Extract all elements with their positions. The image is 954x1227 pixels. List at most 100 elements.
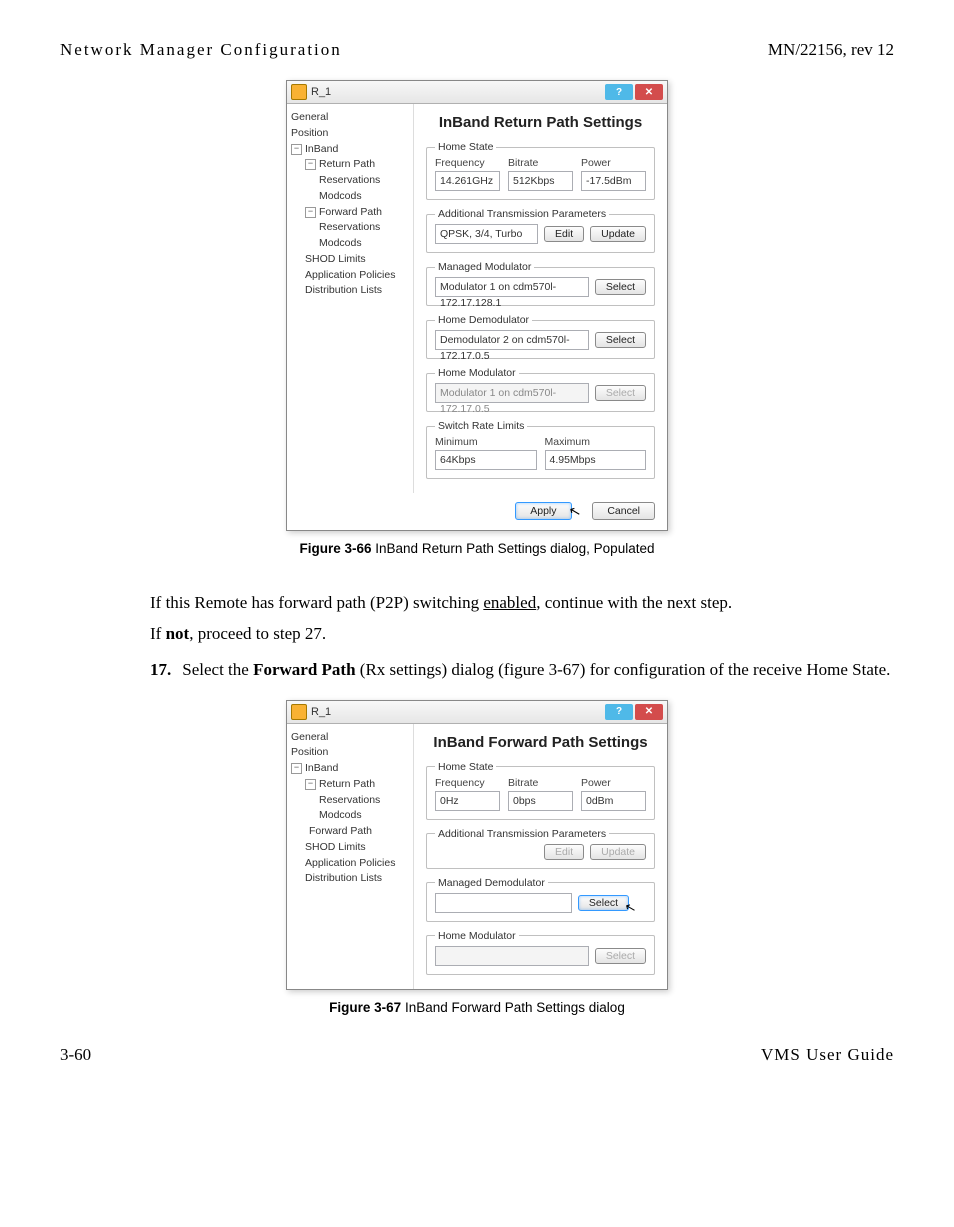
window-title: R_1 — [311, 706, 603, 718]
step-17: 17. Select the Forward Path (Rx settings… — [150, 658, 894, 682]
app-icon — [291, 84, 307, 100]
tree-modcods[interactable]: Modcods — [291, 189, 409, 205]
freq-label: Frequency — [435, 157, 500, 169]
select-button: Select — [595, 948, 646, 964]
app-icon — [291, 704, 307, 720]
switch-rate-group: Switch Rate Limits Minimum 64Kbps Maximu… — [426, 420, 655, 479]
close-icon[interactable]: ✕ — [635, 84, 663, 100]
close-icon[interactable]: ✕ — [635, 704, 663, 720]
nav-tree: General Position −InBand −Return Path Re… — [287, 104, 414, 493]
power-label: Power — [581, 777, 646, 789]
help-icon[interactable]: ? — [605, 704, 633, 720]
tree-reservations[interactable]: Reservations — [291, 793, 409, 809]
home-demod-legend: Home Demodulator — [435, 314, 532, 326]
home-mod-field — [435, 946, 589, 966]
expander-icon[interactable]: − — [291, 763, 302, 774]
tree-general[interactable]: General — [291, 110, 409, 126]
expander-icon[interactable]: − — [291, 144, 302, 155]
return-path-dialog: R_1 ? ✕ General Position −InBand −Return… — [286, 80, 668, 531]
tree-app-pol[interactable]: Application Policies — [291, 856, 409, 872]
select-button: Select — [595, 385, 646, 401]
expander-icon[interactable]: − — [305, 207, 316, 218]
figure-caption-67: Figure 3-67 InBand Forward Path Settings… — [60, 1000, 894, 1015]
tree-inband[interactable]: −InBand — [291, 761, 409, 777]
freq-field[interactable]: 0Hz — [435, 791, 500, 811]
footer-title: VMS User Guide — [761, 1045, 894, 1065]
max-field[interactable]: 4.95Mbps — [545, 450, 647, 470]
body-para-1: If this Remote has forward path (P2P) sw… — [150, 592, 894, 615]
edit-button: Edit — [544, 844, 584, 860]
expander-icon[interactable]: − — [305, 779, 316, 790]
page-header: Network Manager Configuration MN/22156, … — [60, 40, 894, 60]
managed-mod-field[interactable]: Modulator 1 on cdm570l-172.17.128.1 — [435, 277, 589, 297]
home-demod-field[interactable]: Demodulator 2 on cdm570l-172.17.0.5 — [435, 330, 589, 350]
step-number: 17. — [150, 658, 178, 682]
home-state-legend: Home State — [435, 141, 496, 153]
tree-reservations[interactable]: Reservations — [291, 173, 409, 189]
pane-title: InBand Forward Path Settings — [426, 734, 655, 751]
home-demod-group: Home Demodulator Demodulator 2 on cdm570… — [426, 314, 655, 359]
tree-forward-path[interactable]: Forward Path — [291, 824, 409, 840]
tree-reservations[interactable]: Reservations — [291, 220, 409, 236]
apply-button[interactable]: Apply — [515, 502, 571, 520]
help-icon[interactable]: ? — [605, 84, 633, 100]
cursor-icon: ↖ — [623, 899, 638, 917]
home-state-legend: Home State — [435, 761, 496, 773]
select-button[interactable]: Select — [595, 332, 646, 348]
min-label: Minimum — [435, 436, 537, 448]
home-state-group: Home State Frequency 14.261GHz Bitrate 5… — [426, 141, 655, 200]
tree-modcods[interactable]: Modcods — [291, 236, 409, 252]
tree-position[interactable]: Position — [291, 126, 409, 142]
atp-legend: Additional Transmission Parameters — [435, 208, 609, 220]
title-bar: R_1 ? ✕ — [287, 81, 667, 104]
page-footer: 3-60 VMS User Guide — [60, 1045, 894, 1065]
tree-general[interactable]: General — [291, 730, 409, 746]
managed-mod-legend: Managed Modulator — [435, 261, 534, 273]
managed-demod-field[interactable] — [435, 893, 572, 913]
min-field[interactable]: 64Kbps — [435, 450, 537, 470]
home-mod-field: Modulator 1 on cdm570l-172.17.0.5 — [435, 383, 589, 403]
figure-caption-66: Figure 3-66 InBand Return Path Settings … — [60, 541, 894, 556]
home-mod-group: Home Modulator Modulator 1 on cdm570l-17… — [426, 367, 655, 412]
body-para-2: If not, proceed to step 27. — [150, 623, 894, 646]
cancel-button[interactable]: Cancel — [592, 502, 655, 520]
tree-return-path[interactable]: −Return Path — [291, 777, 409, 793]
power-field[interactable]: 0dBm — [581, 791, 646, 811]
atp-field[interactable]: QPSK, 3/4, Turbo — [435, 224, 538, 244]
page-number: 3-60 — [60, 1045, 91, 1065]
tree-forward-path[interactable]: −Forward Path — [291, 205, 409, 221]
home-mod-group: Home Modulator Select — [426, 930, 655, 975]
bitrate-label: Bitrate — [508, 157, 573, 169]
tree-shod[interactable]: SHOD Limits — [291, 840, 409, 856]
tree-shod[interactable]: SHOD Limits — [291, 252, 409, 268]
select-button[interactable]: Select — [595, 279, 646, 295]
nav-tree: General Position −InBand −Return Path Re… — [287, 724, 414, 989]
tree-dist[interactable]: Distribution Lists — [291, 871, 409, 887]
home-mod-legend: Home Modulator — [435, 367, 519, 379]
power-label: Power — [581, 157, 646, 169]
update-button[interactable]: Update — [590, 226, 646, 242]
tree-dist[interactable]: Distribution Lists — [291, 283, 409, 299]
freq-field[interactable]: 14.261GHz — [435, 171, 500, 191]
tree-modcods[interactable]: Modcods — [291, 808, 409, 824]
edit-button[interactable]: Edit — [544, 226, 584, 242]
atp-group: Additional Transmission Parameters QPSK,… — [426, 208, 655, 253]
tree-position[interactable]: Position — [291, 745, 409, 761]
managed-demod-group: Managed Demodulator Select↖ — [426, 877, 655, 922]
dialog-buttons: Apply↖ Cancel — [287, 493, 667, 530]
tree-inband[interactable]: −InBand — [291, 142, 409, 158]
power-field[interactable]: -17.5dBm — [581, 171, 646, 191]
bitrate-field[interactable]: 0bps — [508, 791, 573, 811]
max-label: Maximum — [545, 436, 647, 448]
header-right: MN/22156, rev 12 — [768, 40, 894, 60]
content-pane: InBand Forward Path Settings Home State … — [414, 724, 667, 989]
managed-mod-group: Managed Modulator Modulator 1 on cdm570l… — [426, 261, 655, 306]
tree-app-pol[interactable]: Application Policies — [291, 268, 409, 284]
atp-group: Additional Transmission Parameters Edit … — [426, 828, 655, 869]
expander-icon[interactable]: − — [305, 159, 316, 170]
home-mod-legend: Home Modulator — [435, 930, 519, 942]
forward-path-dialog: R_1 ? ✕ General Position −InBand −Return… — [286, 700, 668, 990]
select-button[interactable]: Select — [578, 895, 629, 911]
tree-return-path[interactable]: −Return Path — [291, 157, 409, 173]
bitrate-field[interactable]: 512Kbps — [508, 171, 573, 191]
